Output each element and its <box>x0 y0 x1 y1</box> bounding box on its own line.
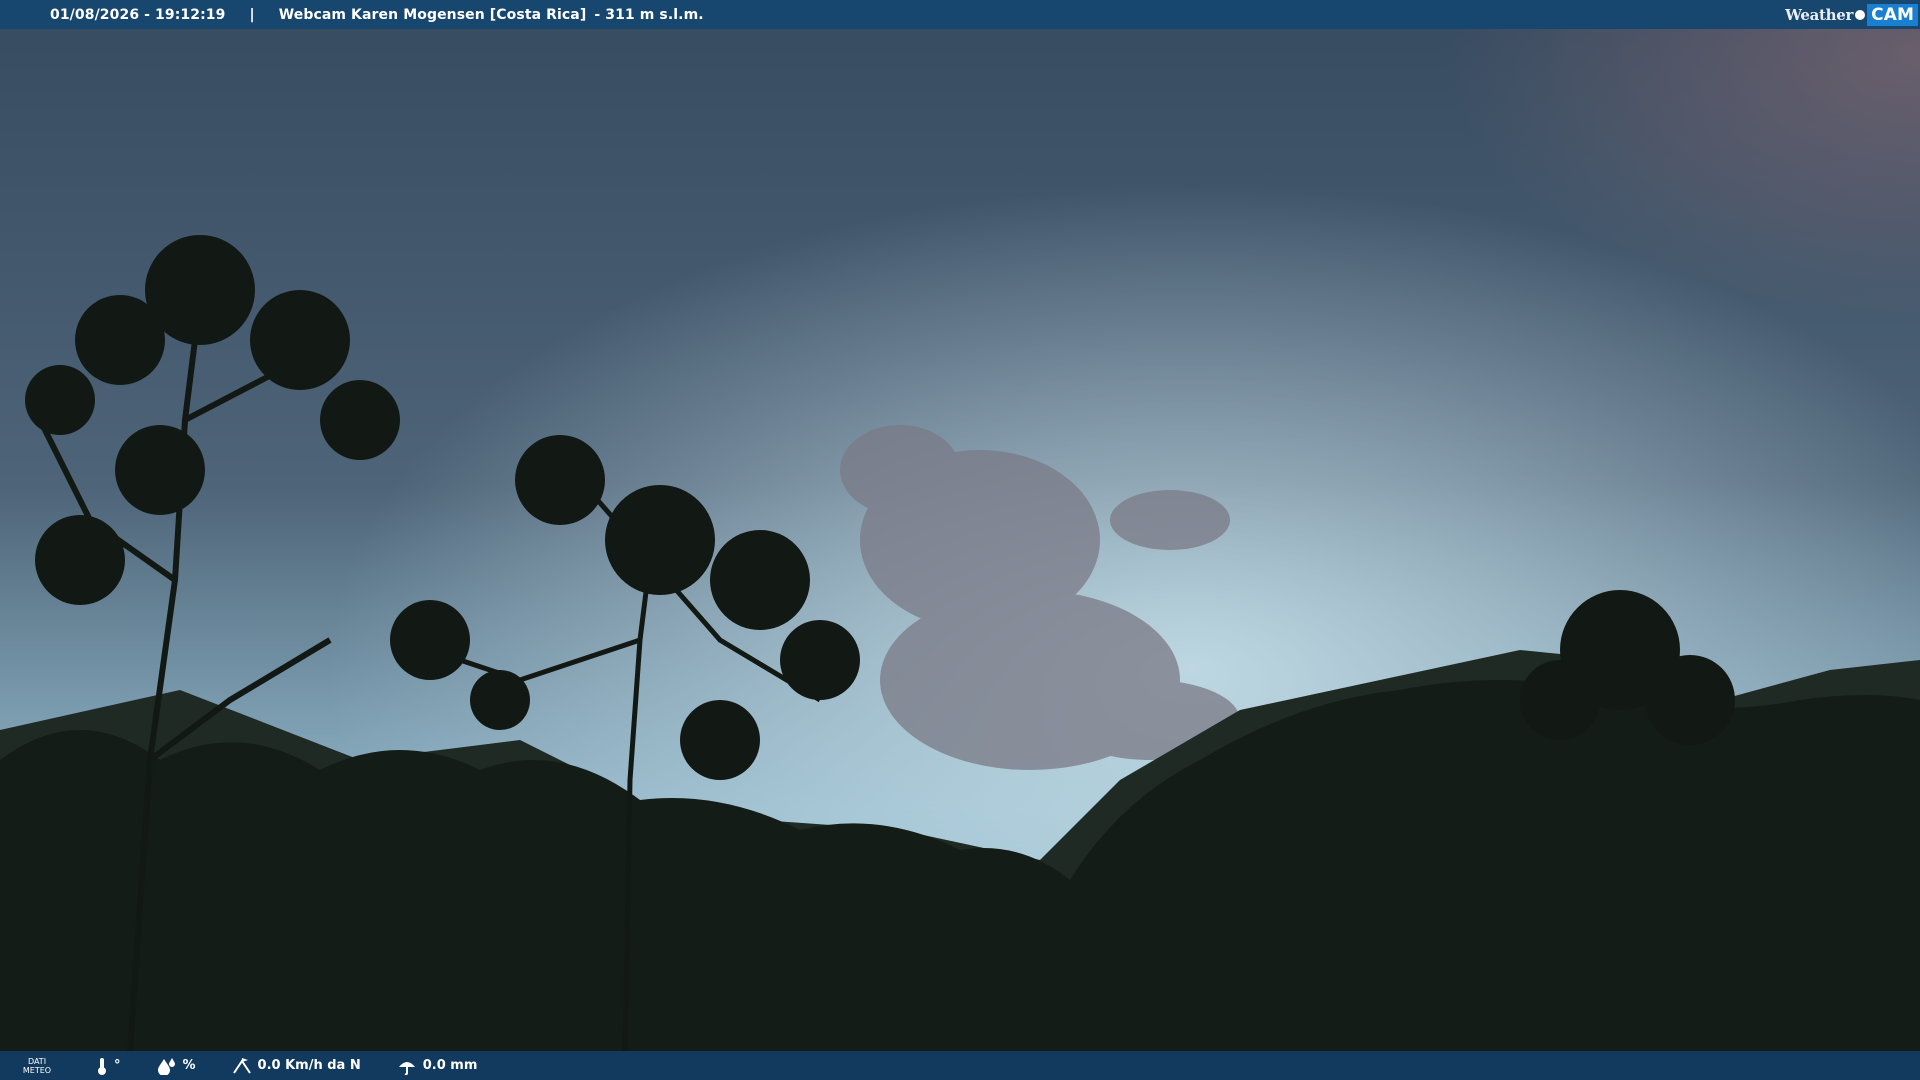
weather-data-bar: DATI METEO ° % 0.0 Km/h da N 0.0 mm <box>0 1051 1920 1080</box>
webcam-title: Webcam Karen Mogensen [Costa Rica] <box>278 6 587 23</box>
header-separator: | <box>249 6 255 23</box>
weathercam-logo[interactable]: Weather CAM <box>1785 2 1918 27</box>
rain-value: 0.0 mm <box>422 1058 478 1073</box>
rain-icon <box>398 1061 415 1075</box>
logo-weather-text: Weather <box>1785 5 1854 24</box>
humidity-metric: % <box>157 1057 196 1075</box>
thermometer-icon <box>98 1057 106 1075</box>
wind-value: 0.0 Km/h da N <box>257 1058 361 1073</box>
wind-metric: 0.0 Km/h da N <box>232 1057 361 1075</box>
humidity-value: % <box>182 1058 196 1073</box>
humidity-icon <box>157 1057 175 1075</box>
dati-line-2: METEO <box>22 1065 52 1075</box>
temperature-value: ° <box>114 1058 121 1073</box>
header-bar: 01/08/2026 - 19:12:19 | Webcam Karen Mog… <box>0 0 1920 29</box>
dati-meteo-label: DATI METEO <box>22 1057 52 1075</box>
datetime-label: 01/08/2026 - 19:12:19 <box>50 6 226 23</box>
logo-dot-icon <box>1855 9 1866 20</box>
logo-cam-text: CAM <box>1867 3 1918 26</box>
webcam-scene <box>0 0 1920 1080</box>
rain-metric: 0.0 mm <box>397 1057 478 1075</box>
temperature-metric: ° <box>96 1057 121 1075</box>
dati-line-1: DATI <box>27 1056 47 1066</box>
wind-icon <box>232 1057 251 1074</box>
altitude-label: - 311 m s.l.m. <box>594 6 704 23</box>
